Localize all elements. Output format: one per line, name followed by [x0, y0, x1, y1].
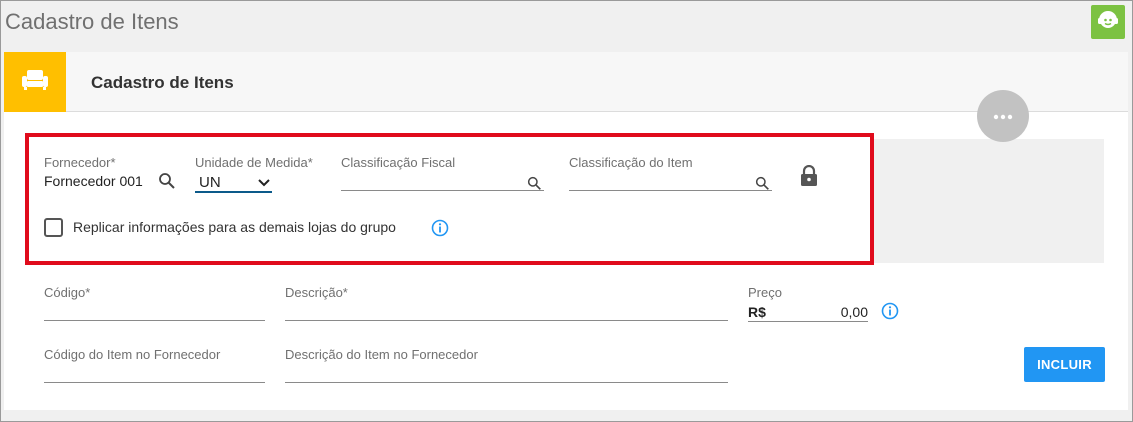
- unidade-select[interactable]: UN: [195, 173, 272, 193]
- app-title: Cadastro de Itens: [5, 9, 179, 34]
- search-icon[interactable]: [527, 176, 542, 196]
- search-icon[interactable]: [158, 172, 176, 195]
- support-chat-icon: [1096, 8, 1120, 37]
- preco-value: 0,00: [840, 304, 868, 320]
- preco-underline: [748, 321, 868, 322]
- preco-currency: R$: [748, 304, 766, 320]
- codigo-fornecedor-field: Código do Item no Fornecedor: [44, 347, 220, 362]
- side-panel: [874, 139, 1104, 263]
- header-icon-box: [4, 52, 66, 112]
- highlight-box: [25, 133, 874, 265]
- panel-title: Cadastro de Itens: [91, 73, 234, 92]
- descricao-fornecedor-input[interactable]: [285, 382, 728, 383]
- support-chat-button[interactable]: [1091, 5, 1125, 39]
- replicar-label: Replicar informações para as demais loja…: [73, 219, 396, 235]
- search-icon[interactable]: [755, 176, 770, 196]
- classificacao-item-field: Classificação do Item: [569, 155, 693, 170]
- chevron-down-icon: [258, 174, 270, 191]
- classificacao-fiscal-field: Classificação Fiscal: [341, 155, 455, 170]
- descricao-input[interactable]: [285, 320, 728, 321]
- more-dots-icon: [993, 107, 1013, 125]
- preco-field: Preço: [748, 285, 782, 300]
- descricao-field: Descrição*: [285, 285, 348, 300]
- preco-input[interactable]: R$ 0,00: [748, 303, 868, 321]
- unidade-field: Unidade de Medida*: [195, 155, 313, 170]
- info-icon[interactable]: [431, 219, 449, 242]
- classificacao-item-label: Classificação do Item: [569, 155, 693, 170]
- codigo-label: Código*: [44, 285, 91, 300]
- descricao-fornecedor-label: Descrição do Item no Fornecedor: [285, 347, 478, 362]
- unidade-label: Unidade de Medida*: [195, 155, 313, 170]
- classificacao-fiscal-label: Classificação Fiscal: [341, 155, 456, 170]
- classificacao-fiscal-input[interactable]: [341, 190, 544, 191]
- incluir-button[interactable]: INCLUIR: [1024, 347, 1105, 382]
- lock-icon[interactable]: [800, 164, 818, 191]
- descricao-fornecedor-field: Descrição do Item no Fornecedor: [285, 347, 478, 362]
- unidade-value: UN: [199, 173, 221, 191]
- fornecedor-value[interactable]: Fornecedor 001: [44, 173, 143, 189]
- fornecedor-field: Fornecedor* Fornecedor 001: [44, 155, 143, 189]
- more-options-button[interactable]: [977, 90, 1029, 142]
- descricao-label: Descrição*: [285, 285, 348, 300]
- codigo-fornecedor-label: Código do Item no Fornecedor: [44, 347, 221, 362]
- replicar-checkbox[interactable]: [44, 218, 63, 237]
- info-icon[interactable]: [881, 302, 899, 325]
- codigo-fornecedor-input[interactable]: [44, 382, 265, 383]
- fornecedor-label: Fornecedor*: [44, 155, 116, 170]
- preco-label: Preço: [748, 285, 782, 300]
- armchair-icon: [22, 69, 48, 96]
- classificacao-item-input[interactable]: [569, 190, 772, 191]
- codigo-field: Código*: [44, 285, 90, 300]
- codigo-input[interactable]: [44, 320, 265, 321]
- panel-header: Cadastro de Itens: [4, 52, 1128, 112]
